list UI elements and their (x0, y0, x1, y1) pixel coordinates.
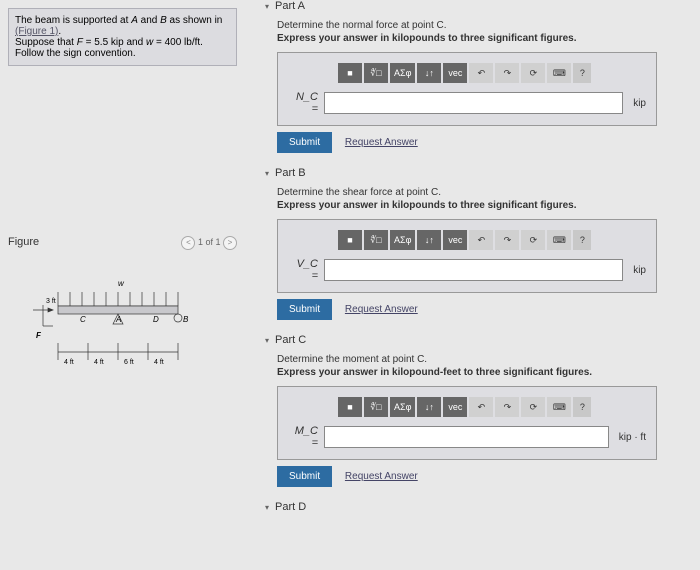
sqrt-button[interactable]: ∜□ (364, 230, 388, 250)
unit-mc: kip · ft (619, 432, 646, 443)
part-a-header[interactable]: Part A (265, 0, 690, 12)
part-c-prompt: Determine the moment at point C. (277, 354, 690, 365)
figure-next[interactable]: > (223, 236, 237, 250)
part-c-answer-box: ■ ∜□ ΑΣφ ↓↑ vec ↶ ↷ ⟳ ⌨ ? M_C = kip · ft (277, 386, 657, 460)
greek-button[interactable]: ΑΣφ (390, 230, 415, 250)
part-c-instr: Express your answer in kilopound-feet to… (277, 367, 690, 378)
var-label-vc: V_C = (288, 258, 318, 282)
arrows-button[interactable]: ↓↑ (417, 230, 441, 250)
undo-button[interactable]: ↶ (469, 230, 493, 250)
vec-button[interactable]: vec (443, 63, 467, 83)
figure-link[interactable]: (Figure 1) (15, 26, 58, 37)
left-panel: The beam is supported at A and B as show… (0, 0, 245, 570)
unit-vc: kip (633, 265, 646, 276)
figure-counter: 1 of 1 (198, 237, 221, 247)
greek-button[interactable]: ΑΣφ (390, 397, 415, 417)
answer-input-vc[interactable] (324, 259, 623, 281)
submit-button-a[interactable]: Submit (277, 132, 332, 153)
problem-text: The beam is supported at (15, 15, 131, 26)
submit-button-b[interactable]: Submit (277, 299, 332, 320)
keyboard-button[interactable]: ⌨ (547, 230, 571, 250)
figure-section: Figure < 1 of 1 > w (8, 236, 237, 368)
answer-input-mc[interactable] (324, 426, 609, 448)
part-b-answer-box: ■ ∜□ ΑΣφ ↓↑ vec ↶ ↷ ⟳ ⌨ ? V_C = kip (277, 219, 657, 293)
request-answer-a[interactable]: Request Answer (345, 137, 418, 148)
part-a-answer-box: ■ ∜□ ΑΣφ ↓↑ vec ↶ ↷ ⟳ ⌨ ? N_C = kip (277, 52, 657, 126)
svg-text:B: B (183, 315, 189, 324)
arrows-button[interactable]: ↓↑ (417, 397, 441, 417)
svg-text:3 ft: 3 ft (46, 298, 56, 305)
help-button[interactable]: ? (573, 230, 591, 250)
redo-button[interactable]: ↷ (495, 230, 519, 250)
undo-button[interactable]: ↶ (469, 63, 493, 83)
var-label-mc: M_C = (288, 425, 318, 449)
templates-button[interactable]: ■ (338, 397, 362, 417)
beam-diagram: w (8, 268, 208, 368)
arrows-button[interactable]: ↓↑ (417, 63, 441, 83)
figure-prev[interactable]: < (181, 236, 195, 250)
toolbar-b: ■ ∜□ ΑΣφ ↓↑ vec ↶ ↷ ⟳ ⌨ ? (338, 230, 646, 250)
part-a-instr: Express your answer in kilopounds to thr… (277, 33, 690, 44)
part-b-prompt: Determine the shear force at point C. (277, 187, 690, 198)
var-label-nc: N_C = (288, 91, 318, 115)
keyboard-button[interactable]: ⌨ (547, 63, 571, 83)
reset-button[interactable]: ⟳ (521, 397, 545, 417)
greek-button[interactable]: ΑΣφ (390, 63, 415, 83)
figure-title: Figure (8, 236, 39, 248)
redo-button[interactable]: ↷ (495, 397, 519, 417)
svg-text:C: C (80, 315, 86, 324)
reset-button[interactable]: ⟳ (521, 63, 545, 83)
toolbar-c: ■ ∜□ ΑΣφ ↓↑ vec ↶ ↷ ⟳ ⌨ ? (338, 397, 646, 417)
svg-text:4 ft: 4 ft (154, 359, 164, 366)
vec-button[interactable]: vec (443, 397, 467, 417)
svg-text:A: A (115, 315, 121, 324)
keyboard-button[interactable]: ⌨ (547, 397, 571, 417)
help-button[interactable]: ? (573, 397, 591, 417)
templates-button[interactable]: ■ (338, 63, 362, 83)
svg-text:D: D (153, 315, 159, 324)
submit-button-c[interactable]: Submit (277, 466, 332, 487)
part-d-header[interactable]: Part D (265, 501, 690, 513)
part-c-header[interactable]: Part C (265, 334, 690, 346)
part-a: Part A Determine the normal force at poi… (255, 0, 690, 153)
request-answer-c[interactable]: Request Answer (345, 471, 418, 482)
right-panel: Part A Determine the normal force at poi… (245, 0, 700, 570)
unit-nc: kip (633, 98, 646, 109)
undo-button[interactable]: ↶ (469, 397, 493, 417)
part-c: Part C Determine the moment at point C. … (255, 334, 690, 487)
redo-button[interactable]: ↷ (495, 63, 519, 83)
part-a-prompt: Determine the normal force at point C. (277, 20, 690, 31)
svg-text:w: w (118, 279, 125, 288)
part-b-header[interactable]: Part B (265, 167, 690, 179)
part-b-instr: Express your answer in kilopounds to thr… (277, 200, 690, 211)
request-answer-b[interactable]: Request Answer (345, 304, 418, 315)
vec-button[interactable]: vec (443, 230, 467, 250)
toolbar-a: ■ ∜□ ΑΣφ ↓↑ vec ↶ ↷ ⟳ ⌨ ? (338, 63, 646, 83)
svg-text:6 ft: 6 ft (124, 359, 134, 366)
svg-text:F: F (36, 331, 42, 340)
part-d: Part D (255, 501, 690, 513)
problem-statement: The beam is supported at A and B as show… (8, 8, 237, 66)
templates-button[interactable]: ■ (338, 230, 362, 250)
reset-button[interactable]: ⟳ (521, 230, 545, 250)
answer-input-nc[interactable] (324, 92, 623, 114)
help-button[interactable]: ? (573, 63, 591, 83)
svg-text:4 ft: 4 ft (64, 359, 74, 366)
part-b: Part B Determine the shear force at poin… (255, 167, 690, 320)
svg-text:4 ft: 4 ft (94, 359, 104, 366)
sqrt-button[interactable]: ∜□ (364, 63, 388, 83)
sqrt-button[interactable]: ∜□ (364, 397, 388, 417)
